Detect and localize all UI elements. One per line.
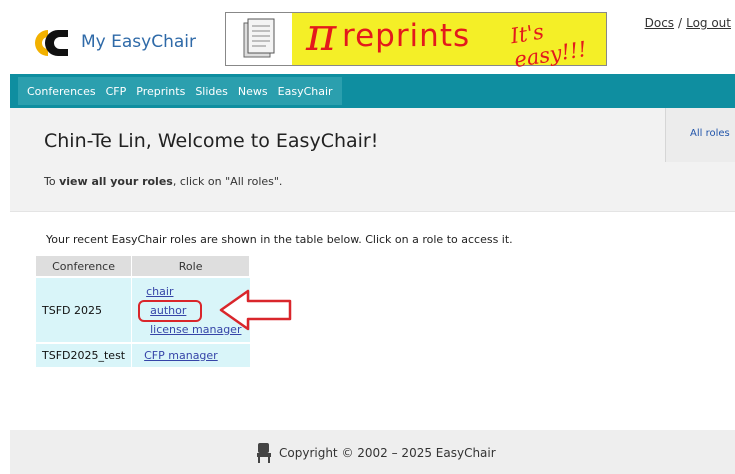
banner-tagline: It's easy!!! — [508, 19, 589, 73]
link-separator: / — [678, 16, 683, 30]
roles-intro-text: Your recent EasyChair roles are shown in… — [46, 233, 513, 246]
nav-item-news[interactable]: News — [233, 85, 273, 98]
role-cell: CFP manager — [131, 342, 250, 367]
hint-suffix: , click on "All roles". — [172, 175, 283, 188]
chair-icon — [257, 443, 271, 463]
nav-item-preprints[interactable]: Preprints — [131, 85, 190, 98]
pointer-arrow-icon — [219, 289, 292, 331]
footer: Copyright © 2002 – 2025 EasyChair — [10, 430, 735, 474]
copyright-text: Copyright © 2002 – 2025 EasyChair — [279, 446, 496, 460]
page-title: Chin-Te Lin, Welcome to EasyChair! — [44, 130, 379, 152]
nav-item-cfp[interactable]: CFP — [101, 85, 132, 98]
role-link-cfp-manager[interactable]: CFP manager — [138, 346, 244, 365]
hint-prefix: To — [44, 175, 60, 188]
nav-item-easychair[interactable]: EasyChair — [273, 85, 338, 98]
banner-brand-text: reprints — [342, 18, 471, 54]
table-header-row: Conference Role — [36, 256, 251, 277]
conference-cell: TSFD2025_test — [36, 342, 133, 367]
all-roles-tab[interactable]: All roles — [665, 108, 735, 162]
logout-link[interactable]: Log out — [686, 16, 731, 30]
all-roles-hint: To view all your roles, click on "All ro… — [44, 175, 282, 188]
nav-menu: Conferences CFP Preprints Slides News Ea… — [18, 77, 342, 105]
author-highlight-box — [138, 300, 202, 322]
welcome-section: Chin-Te Lin, Welcome to EasyChair! To vi… — [10, 108, 735, 212]
table-row: TSFD2025_test CFP manager — [36, 342, 250, 367]
hint-bold: view all your roles — [59, 175, 173, 188]
top-links: Docs / Log out — [645, 16, 731, 30]
column-header-conference: Conference — [36, 256, 133, 277]
paper-stack-icon — [226, 13, 292, 65]
docs-link[interactable]: Docs — [645, 16, 674, 30]
nav-item-conferences[interactable]: Conferences — [22, 85, 101, 98]
column-header-role: Role — [131, 256, 251, 277]
easychair-logo-icon[interactable] — [28, 26, 72, 60]
app-title[interactable]: My EasyChair — [81, 32, 196, 52]
conference-cell: TSFD 2025 — [36, 276, 133, 343]
banner-pi-symbol: π — [306, 7, 337, 61]
main-nav: Conferences CFP Preprints Slides News Ea… — [10, 74, 735, 108]
all-roles-link[interactable]: All roles — [690, 128, 730, 139]
header: My EasyChair π reprints It's easy!!! Doc… — [10, 7, 735, 74]
nav-item-slides[interactable]: Slides — [190, 85, 233, 98]
preprints-banner[interactable]: π reprints It's easy!!! — [225, 7, 607, 72]
